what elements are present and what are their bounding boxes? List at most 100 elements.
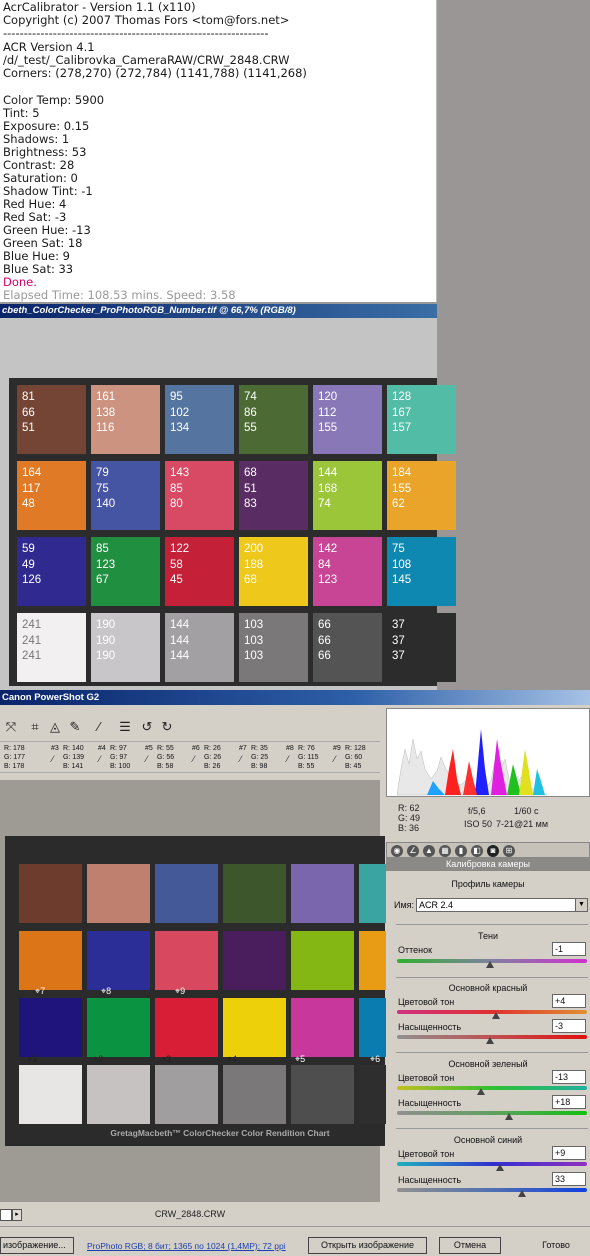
sampler-eyedropper-icon[interactable]: ⁄ — [52, 754, 54, 764]
patch-value-b: 55 — [244, 422, 257, 434]
sampler-r: R: 128 — [345, 745, 366, 752]
color-patch: 241 241 241 — [17, 613, 86, 682]
green-saturation-input[interactable]: +18 — [552, 1095, 586, 1109]
shadow-tint-input[interactable]: -1 — [552, 942, 586, 956]
sampler-target-icon[interactable]: ⌖4 — [227, 1054, 237, 1064]
hand-tool-icon[interactable]: ⤧ — [2, 718, 20, 736]
sampler-eyedropper-icon[interactable]: ⁄ — [240, 754, 242, 764]
zoom-field[interactable] — [0, 1209, 12, 1221]
sampler-eyedropper-icon[interactable]: ⁄ — [193, 754, 195, 764]
sampler-eyedropper-icon[interactable]: ⁄ — [334, 754, 336, 764]
sampler-target-icon[interactable]: ⌖9 — [175, 986, 185, 996]
blue-hue-input[interactable]: +9 — [552, 1146, 586, 1160]
sampler-target-icon[interactable]: ⌖7 — [35, 986, 45, 996]
list-icon[interactable]: ☰ — [116, 718, 134, 736]
sampler-eyedropper-icon[interactable]: ⁄ — [99, 754, 101, 764]
photoshop-document-title[interactable]: cbeth_ColorChecker_ProPhotoRGB_Number.ti… — [0, 304, 437, 318]
workflow-options-link[interactable]: ProPhoto RGB; 8 бит; 1365 по 1024 (1,4MP… — [87, 1241, 286, 1251]
tab-curve-icon[interactable]: ∠ — [407, 845, 419, 857]
sampler-target-icon[interactable]: ⌖3 — [161, 1054, 171, 1064]
camera-raw-title[interactable]: Canon PowerShot G2 — [0, 690, 590, 705]
preview-color-patch — [87, 931, 150, 990]
rotate-right-icon[interactable]: ↻ — [158, 718, 176, 736]
red-hue-thumb[interactable] — [491, 1012, 500, 1019]
profile-heading: Профиль камеры — [451, 879, 525, 889]
sampler-target-icon[interactable]: ⌖8 — [101, 986, 111, 996]
sampler-eyedropper-icon[interactable]: ⁄ — [287, 754, 289, 764]
sampler-r: R: 35 — [251, 745, 268, 752]
patch-value-b: 103 — [244, 650, 264, 662]
tab-split-icon[interactable]: ▮ — [455, 845, 467, 857]
sampler-target-icon[interactable]: ⌖1 — [27, 1054, 37, 1064]
sampler-eyedropper-icon[interactable]: ⁄ — [146, 754, 148, 764]
blue-saturation-thumb[interactable] — [518, 1190, 527, 1197]
patch-value-b: 80 — [170, 498, 183, 510]
color-patch: 120 112 155 — [313, 385, 382, 454]
color-patch: 184 155 62 — [387, 461, 456, 530]
blue-saturation-input[interactable]: 33 — [552, 1172, 586, 1186]
patch-value-b: 37 — [392, 650, 405, 662]
sampler-b: B: 55 — [298, 763, 315, 770]
tab-hsl-icon[interactable]: ▦ — [439, 845, 451, 857]
patch-value-r: 190 — [96, 619, 116, 631]
blue-hue-slider[interactable] — [397, 1162, 587, 1166]
color-sampler-tool-icon[interactable]: ✎ — [66, 718, 84, 736]
tab-basic-icon[interactable]: ◉ — [391, 845, 403, 857]
green-saturation-slider[interactable] — [397, 1111, 587, 1115]
red-hue-input[interactable]: +4 — [552, 994, 586, 1008]
readout-shutter: 1/60 c — [514, 806, 539, 816]
camera-raw-toolbar: ⤧ ⌗ ◬ ✎ ⁄ ☰ ↺ ↻ — [0, 714, 380, 740]
target-number: 6 — [375, 1054, 381, 1064]
preview-color-patch — [291, 1065, 354, 1124]
tab-lens-icon[interactable]: ◧ — [471, 845, 483, 857]
green-hue-slider[interactable] — [397, 1086, 587, 1090]
color-patch: 164 117 48 — [17, 461, 86, 530]
cancel-button[interactable]: Отмена — [439, 1237, 501, 1254]
blue-saturation-slider[interactable] — [397, 1188, 587, 1192]
patch-value-b: 123 — [318, 574, 338, 586]
rotate-left-icon[interactable]: ↺ — [138, 718, 156, 736]
target-number: 1 — [32, 1054, 38, 1064]
open-image-button[interactable]: Открыть изображение — [308, 1237, 427, 1254]
preview-color-patch — [223, 998, 286, 1057]
sampler-target-icon[interactable]: ⌖6 — [370, 1054, 380, 1064]
zoom-arrow-icon[interactable]: ▸ — [12, 1209, 22, 1221]
patch-value-r: 200 — [244, 543, 264, 555]
red-hue-label: Цветовой тон — [398, 997, 455, 1007]
patch-value-b: 116 — [96, 422, 115, 434]
preview-color-patch — [155, 998, 218, 1057]
sampler-target-icon[interactable]: ⌖2 — [93, 1054, 103, 1064]
color-patch: 79 75 140 — [91, 461, 160, 530]
readout-r: R: 62 — [398, 803, 420, 813]
patch-value-b: 68 — [244, 574, 257, 586]
patch-value-r: 120 — [318, 391, 338, 403]
blue-hue-thumb[interactable] — [495, 1164, 504, 1171]
patch-value-g: 155 — [392, 482, 412, 495]
tab-presets-icon[interactable]: ⊞ — [503, 845, 515, 857]
tab-detail-icon[interactable]: ▲ — [423, 845, 435, 857]
patch-values: 103 103 103 — [244, 618, 263, 665]
red-saturation-input[interactable]: -3 — [552, 1019, 586, 1033]
eyedropper-icon[interactable]: ⁄ — [90, 718, 108, 736]
green-hue-label: Цветовой тон — [398, 1073, 455, 1083]
green-hue-thumb[interactable] — [476, 1088, 485, 1095]
green-hue-input[interactable]: -13 — [552, 1070, 586, 1084]
readout-iso: ISO 50 — [464, 819, 493, 829]
crop-tool-icon[interactable]: ⌗ — [26, 718, 44, 736]
tab-camera-calibration-icon[interactable]: ◙ — [487, 845, 499, 857]
straighten-tool-icon[interactable]: ◬ — [46, 718, 64, 736]
patch-values: 164 117 48 — [22, 466, 41, 513]
done-button[interactable]: Готово — [522, 1237, 590, 1254]
sampler-target-icon[interactable]: ⌖5 — [295, 1054, 305, 1064]
save-image-button[interactable]: изображение... — [0, 1237, 74, 1254]
patch-value-g: 112 — [318, 406, 337, 419]
profile-select[interactable]: ACR 2.4 ▼ — [416, 898, 588, 912]
green-saturation-thumb[interactable] — [505, 1113, 514, 1120]
red-saturation-thumb[interactable] — [486, 1037, 495, 1044]
dropdown-arrow-icon[interactable]: ▼ — [575, 899, 587, 911]
patch-values: 142 84 123 — [318, 542, 337, 589]
divider — [396, 1128, 588, 1129]
shadow-tint-thumb[interactable] — [486, 961, 495, 968]
sampler-b: B: 178 — [4, 763, 25, 770]
patch-value-b: 83 — [244, 498, 257, 510]
